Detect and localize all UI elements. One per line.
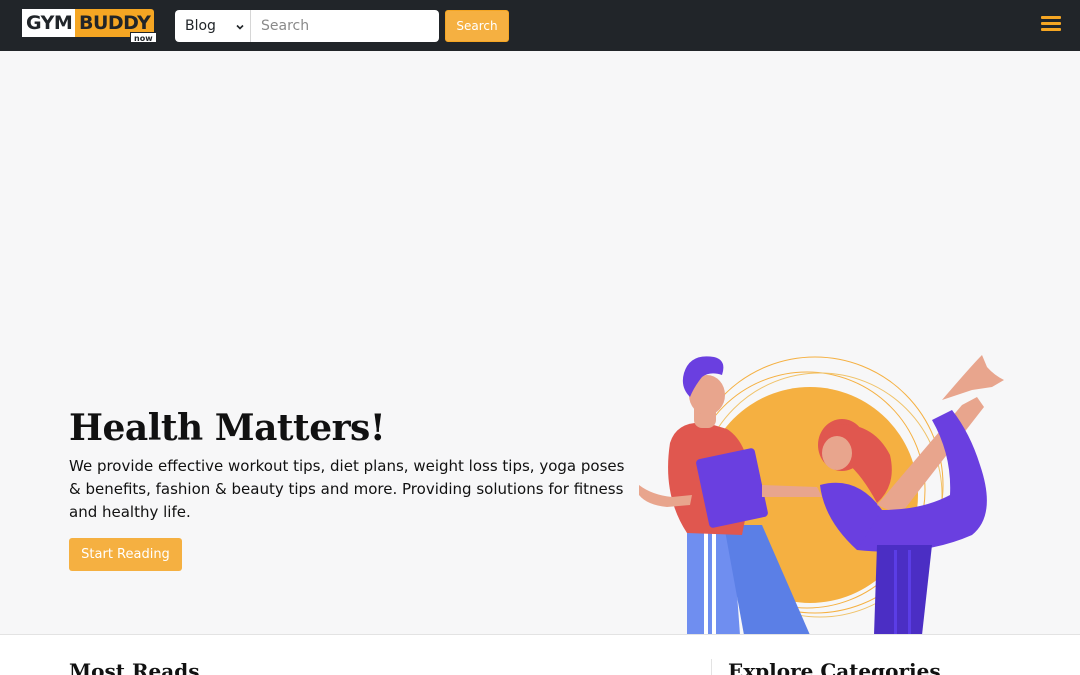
hamburger-icon[interactable] [1041,16,1061,34]
most-reads-heading: Most Reads [69,659,200,675]
explore-categories-heading: Explore Categories [728,659,941,675]
start-reading-button[interactable]: Start Reading [69,538,182,571]
lower-section: Most Reads Explore Categories [0,634,1080,675]
category-select[interactable]: Blog [175,10,251,42]
category-select-value: Blog [185,18,216,34]
fitness-illustration [639,355,1004,635]
search-group: Blog [175,10,439,42]
hero-description: We provide effective workout tips, diet … [69,457,625,521]
section-divider [711,659,712,675]
logo-now-text: now [130,32,157,43]
site-logo[interactable]: GYM BUDDY now [22,9,157,43]
hero-title: Health Matters! [69,407,386,449]
chevron-down-icon [236,24,244,30]
search-button[interactable]: Search [445,10,509,42]
top-navbar: GYM BUDDY now Blog Search [0,0,1080,51]
search-input[interactable] [252,10,437,42]
logo-gym-text: GYM [22,9,77,37]
